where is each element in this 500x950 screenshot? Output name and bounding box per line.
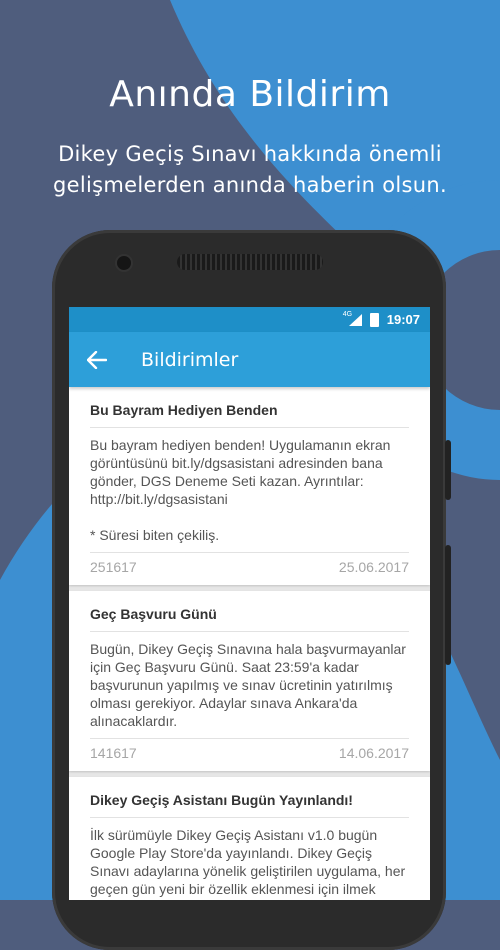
status-time: 19:07 [386, 312, 420, 327]
notification-title: Bu Bayram Hediyen Benden [90, 387, 409, 428]
notification-body: Bugün, Dikey Geçiş Sınavına hala başvurm… [90, 632, 409, 739]
notification-date: 14.06.2017 [338, 745, 409, 761]
notification-title: Dikey Geçiş Asistanı Bugün Yayınlandı! [90, 777, 409, 818]
signal-icon: 4G [343, 311, 362, 326]
notification-body: Bu bayram hediyen benden! Uygulamanın ek… [90, 428, 409, 553]
notification-card[interactable]: Dikey Geçiş Asistanı Bugün Yayınlandı! İ… [69, 777, 430, 900]
promo-subline: Dikey Geçiş Sınavı hakkında önemli geliş… [53, 142, 447, 197]
notification-list[interactable]: Bu Bayram Hediyen Benden Bu bayram hediy… [69, 387, 430, 900]
arrow-back-icon[interactable] [69, 332, 125, 387]
front-camera [117, 256, 131, 270]
page-title: Bildirimler [141, 348, 239, 371]
notification-date: 25.06.2017 [338, 559, 409, 575]
phone-side-button [445, 440, 451, 500]
notification-footer: 251617 25.06.2017 [90, 553, 409, 585]
notification-footer: 141617 14.06.2017 [90, 739, 409, 771]
notification-card[interactable]: Geç Başvuru Günü Bugün, Dikey Geçiş Sına… [69, 591, 430, 771]
notification-id: 141617 [90, 745, 137, 761]
notification-title: Geç Başvuru Günü [90, 591, 409, 632]
notification-body: İlk sürümüyle Dikey Geçiş Asistanı v1.0 … [90, 818, 409, 900]
status-bar: 4G 19:07 [69, 307, 430, 332]
network-type: 4G [342, 310, 353, 318]
battery-icon [369, 312, 379, 327]
earpiece-speaker [177, 254, 323, 270]
phone-volume-button [445, 545, 451, 665]
notification-card[interactable]: Bu Bayram Hediyen Benden Bu bayram hediy… [69, 387, 430, 585]
app-bar: Bildirimler [69, 332, 430, 387]
phone-screen: 4G 19:07 Bildirimler Bu Bayram Hediyen B… [69, 307, 430, 900]
notification-id: 251617 [90, 559, 137, 575]
promo-headline: Anında Bildirim [109, 74, 391, 115]
